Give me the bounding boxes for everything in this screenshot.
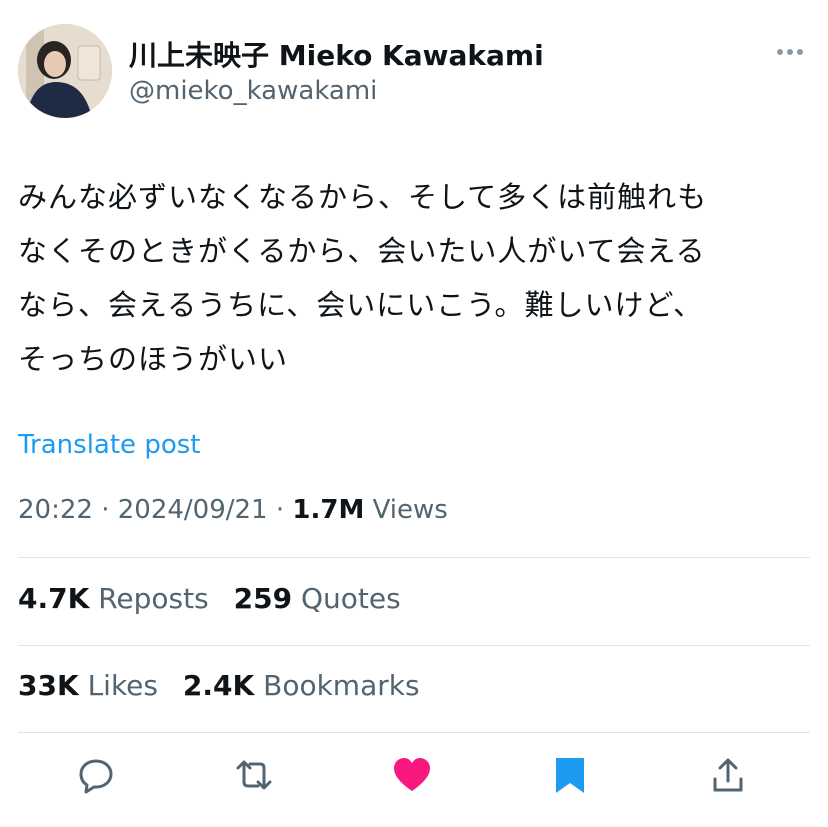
engagement-row-reposts: 4.7K Reposts 259 Quotes [18,582,417,615]
avatar[interactable] [18,24,112,118]
likes-stat[interactable]: 33K Likes [18,669,174,702]
repost-icon [236,760,272,790]
translate-post-link[interactable]: Translate post [18,430,200,460]
views-label: Views [372,495,448,525]
bookmark-icon [556,758,584,793]
separator: · [101,495,118,525]
reposts-stat[interactable]: 4.7K Reposts [18,582,225,615]
quotes-label: Quotes [300,582,401,615]
tweet-time[interactable]: 20:22 [18,495,93,525]
bookmarks-label: Bookmarks [263,669,420,702]
tweet-text-line: なら、会えるうちに、会いにいこう。難しいけど、 [18,288,704,322]
separator: · [275,495,293,525]
share-button[interactable] [703,750,753,800]
share-icon [713,758,743,792]
engagement-row-likes: 33K Likes 2.4K Bookmarks [18,669,436,702]
repost-button[interactable] [229,750,279,800]
like-button[interactable] [387,750,437,800]
tweet-metadata: 20:22 · 2024/09/21 · 1.7M Views [18,495,448,525]
reposts-count: 4.7K [18,582,90,615]
divider [18,645,810,646]
more-icon[interactable] [772,34,808,70]
views-count: 1.7M [292,495,365,525]
reply-icon [79,759,113,794]
bookmarks-count: 2.4K [182,669,255,702]
bookmarks-stat[interactable]: 2.4K Bookmarks [183,669,436,702]
likes-label: Likes [87,669,158,702]
tweet-text-line: そっちのほうがいい [18,342,289,376]
tweet-text-line: なくそのときがくるから、会いたい人がいて会える [18,234,706,268]
divider [18,732,810,733]
quotes-stat[interactable]: 259 Quotes [234,582,417,615]
like-icon [394,758,430,791]
tweet-text: みんな必ずいなくなるから、そして多くは前触れも なくそのときがくるから、会いたい… [18,170,808,386]
tweet-date[interactable]: 2024/09/21 [118,495,268,525]
reposts-label: Reposts [98,582,209,615]
tweet-text-line: みんな必ずいなくなるから、そして多くは前触れも [18,180,708,214]
bookmark-button[interactable] [545,750,595,800]
divider [18,557,810,558]
quotes-count: 259 [233,582,293,615]
author-name[interactable]: 川上未映子 Mieko Kawakami [129,34,544,74]
likes-count: 33K [18,669,79,702]
author-handle[interactable]: @mieko_kawakami [129,76,377,106]
reply-button[interactable] [71,750,121,800]
